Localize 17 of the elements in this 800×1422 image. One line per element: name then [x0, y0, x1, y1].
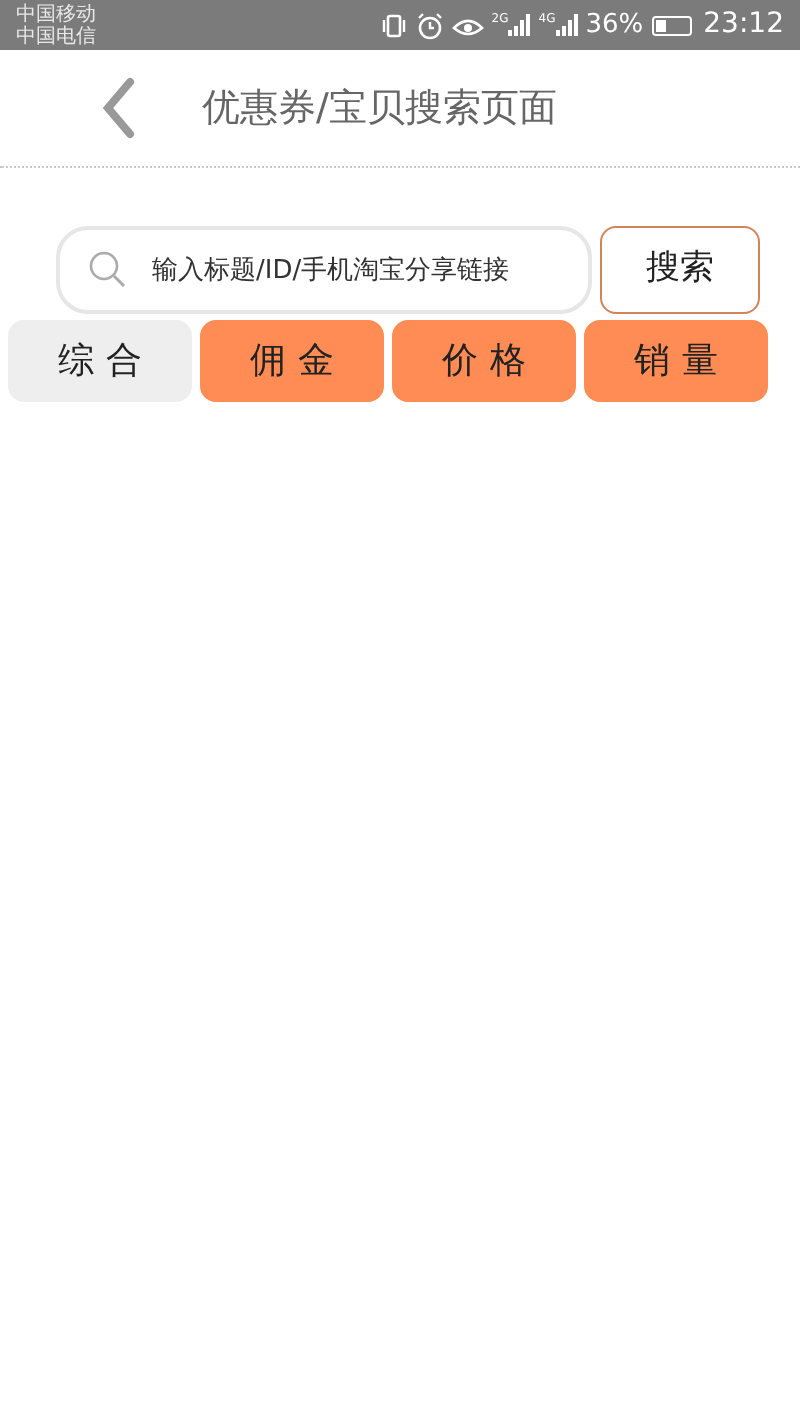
clock-time: 23:12 [703, 6, 784, 44]
battery-text: 36% [585, 7, 644, 44]
signal-icon [555, 14, 578, 36]
sort-tab[interactable]: 综 合 [8, 320, 192, 402]
sort-tab[interactable]: 价 格 [392, 320, 576, 402]
search-field[interactable]: 输入标题/ID/手机淘宝分享链接 [56, 226, 592, 314]
page-title: 优惠券/宝贝搜索页面 [202, 83, 557, 134]
alarm-icon [415, 11, 444, 39]
sort-tab[interactable]: 佣 金 [200, 320, 384, 402]
carrier-label: 中国电信 [16, 25, 96, 47]
battery-icon [651, 15, 692, 35]
carrier-label: 中国移动 [16, 3, 96, 25]
sort-tab[interactable]: 销 量 [584, 320, 768, 402]
search-icon [88, 250, 128, 290]
signal-icon [508, 14, 531, 36]
vibrate-icon [379, 11, 408, 39]
search-button[interactable]: 搜索 [600, 226, 760, 314]
